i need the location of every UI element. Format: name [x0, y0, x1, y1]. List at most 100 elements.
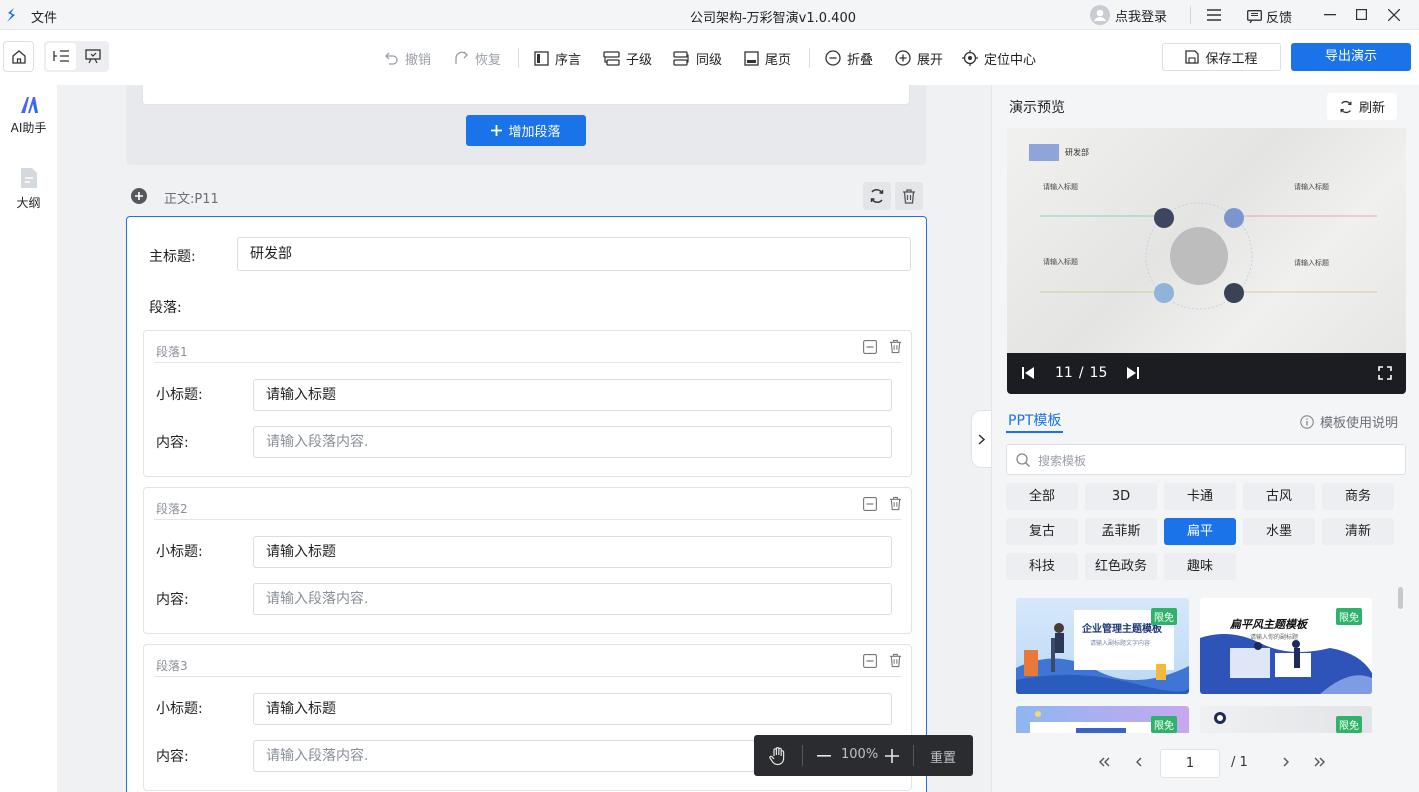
home-icon	[11, 49, 27, 65]
add-section-icon[interactable]	[131, 188, 147, 204]
template-search[interactable]: 搜索模板	[1006, 444, 1406, 475]
previous-section-card: 增加段落	[126, 85, 926, 165]
content-input[interactable]: 请输入段落内容.	[253, 426, 892, 458]
template-thumbnail[interactable]: 限免	[1200, 706, 1372, 733]
delete-section-button[interactable]	[895, 182, 923, 210]
template-thumbnail[interactable]: 限免	[1016, 706, 1189, 733]
category-chip[interactable]: 复古	[1006, 518, 1078, 545]
refresh-icon	[869, 188, 885, 204]
expand-button[interactable]: 展开	[895, 44, 943, 72]
locate-center-button[interactable]: 定位中心	[962, 44, 1036, 72]
delete-paragraph-icon[interactable]	[889, 339, 902, 354]
replace-layout-button[interactable]	[863, 182, 891, 210]
collapse-paragraph-icon[interactable]	[863, 497, 877, 511]
category-chip[interactable]: 全部	[1006, 483, 1078, 510]
info-icon	[1300, 414, 1314, 429]
slide-diagram	[1029, 144, 1377, 310]
toolbar: 撤销 恢复 序言 子级 同级 尾页 折叠 展开 定位中心 保存工程 导出演示	[0, 30, 1419, 85]
next-page-icon[interactable]	[1274, 750, 1298, 774]
undo-button[interactable]: 撤销	[384, 44, 431, 72]
collapse-button[interactable]: 折叠	[825, 44, 873, 72]
category-chip[interactable]: 卡通	[1164, 483, 1236, 510]
content-input[interactable]: 请输入段落内容.	[253, 583, 892, 615]
template-grid: 企业管理主题模板 请输入副标题文字内容 限免 扁平风主题模板 请输入你的副标题 …	[1006, 590, 1402, 733]
file-menu[interactable]: 文件	[31, 7, 57, 26]
child-button[interactable]: 子级	[603, 44, 652, 72]
template-thumbnail[interactable]: 企业管理主题模板 请输入副标题文字内容 限免	[1016, 598, 1189, 694]
category-chip[interactable]: 科技	[1006, 553, 1078, 580]
delete-paragraph-icon[interactable]	[889, 653, 902, 668]
refresh-preview-button[interactable]: 刷新	[1327, 93, 1397, 120]
category-chip[interactable]: 水墨	[1243, 518, 1315, 545]
category-chip[interactable]: 清新	[1322, 518, 1394, 545]
page-input[interactable]: 1	[1160, 749, 1220, 778]
main-title-input[interactable]: 研发部	[237, 237, 911, 271]
sibling-button[interactable]: 同级	[673, 44, 722, 72]
slide-label: 请输入标题	[1043, 183, 1078, 191]
divider	[154, 362, 901, 363]
subtitle-label: 小标题:	[156, 544, 203, 560]
subtitle-label: 小标题:	[156, 387, 203, 403]
undo-icon	[384, 51, 399, 66]
category-chip[interactable]: 商务	[1322, 483, 1394, 510]
save-label: 保存工程	[1205, 51, 1258, 67]
player-bar: 11 / 15	[1007, 353, 1406, 394]
feedback-button[interactable]: 反馈	[1247, 7, 1292, 26]
export-presentation-button[interactable]: 导出演示	[1291, 43, 1411, 71]
subtitle-input[interactable]: 请输入标题	[253, 693, 892, 725]
presentation-icon	[84, 49, 101, 64]
add-paragraph-button[interactable]: 增加段落	[466, 115, 586, 146]
maximize-icon[interactable]	[1356, 9, 1367, 20]
save-project-button[interactable]: 保存工程	[1162, 43, 1281, 71]
category-chip[interactable]: 孟菲斯	[1085, 518, 1157, 545]
close-icon[interactable]	[1388, 9, 1400, 21]
redo-button[interactable]: 恢复	[454, 44, 501, 72]
hand-tool-icon[interactable]	[768, 746, 788, 766]
collapse-paragraph-icon[interactable]	[863, 340, 877, 354]
outline-tab[interactable]: 大纲	[0, 167, 57, 211]
template-help-link[interactable]: 模板使用说明	[1300, 412, 1398, 431]
help-label: 模板使用说明	[1320, 416, 1399, 431]
preface-button[interactable]: 序言	[534, 44, 581, 72]
minimize-icon[interactable]	[1324, 14, 1336, 16]
slide-view-toggle[interactable]	[78, 43, 107, 70]
ppt-template-tab[interactable]: PPT模板	[1008, 410, 1061, 430]
expand-icon	[895, 50, 911, 66]
category-chip[interactable]: 3D	[1085, 483, 1157, 510]
delete-paragraph-icon[interactable]	[889, 496, 902, 511]
paragraph-card: 段落1 小标题: 请输入标题 内容: 请输入段落内容.	[143, 330, 912, 477]
divider	[1190, 6, 1191, 24]
subtitle-input[interactable]: 请输入标题	[253, 536, 892, 568]
collapse-paragraph-icon[interactable]	[863, 654, 877, 668]
category-chip[interactable]: 趣味	[1164, 553, 1236, 580]
document-icon	[19, 167, 39, 189]
home-button[interactable]	[3, 41, 34, 72]
fullscreen-icon[interactable]	[1378, 366, 1392, 380]
heading-block	[1029, 144, 1059, 161]
slide-label: 请输入标题	[1294, 259, 1329, 267]
zoom-reset-button[interactable]: 重置	[930, 747, 956, 766]
first-page-icon[interactable]	[1092, 750, 1116, 774]
ai-assistant-tab[interactable]: AI助手	[0, 95, 57, 136]
zoom-out-icon[interactable]	[817, 755, 831, 757]
login-button[interactable]: 点我登录	[1090, 5, 1167, 25]
slide-preview[interactable]: 研发部 请输入标题 请输入标题 请输入标题 请输入标题	[1007, 128, 1406, 353]
last-page-icon[interactable]	[1308, 750, 1332, 774]
divider	[154, 676, 901, 677]
outline-view-toggle[interactable]	[46, 43, 76, 70]
template-thumbnail[interactable]: 扁平风主题模板 请输入你的副标题 限免	[1200, 598, 1372, 694]
outline-editor: 增加段落 正文:P11 主标题: 研发部 段落: 段落1 小标题: 请输入标题 …	[57, 85, 991, 792]
category-chip[interactable]: 古风	[1243, 483, 1315, 510]
ending-button[interactable]: 尾页	[744, 44, 791, 72]
next-slide-icon[interactable]	[1127, 367, 1139, 379]
template-scrollbar[interactable]	[1398, 587, 1403, 609]
previous-page-icon[interactable]	[1126, 750, 1150, 774]
menu-icon[interactable]	[1207, 9, 1221, 21]
subtitle-input[interactable]: 请输入标题	[253, 379, 892, 411]
panel-toggle-button[interactable]	[971, 410, 991, 468]
category-chip[interactable]: 红色政务	[1085, 553, 1157, 580]
previous-slide-icon[interactable]	[1022, 367, 1034, 379]
category-chip-active[interactable]: 扁平	[1164, 518, 1236, 545]
zoom-in-icon[interactable]	[885, 749, 899, 763]
free-badge: 限免	[1336, 608, 1362, 625]
